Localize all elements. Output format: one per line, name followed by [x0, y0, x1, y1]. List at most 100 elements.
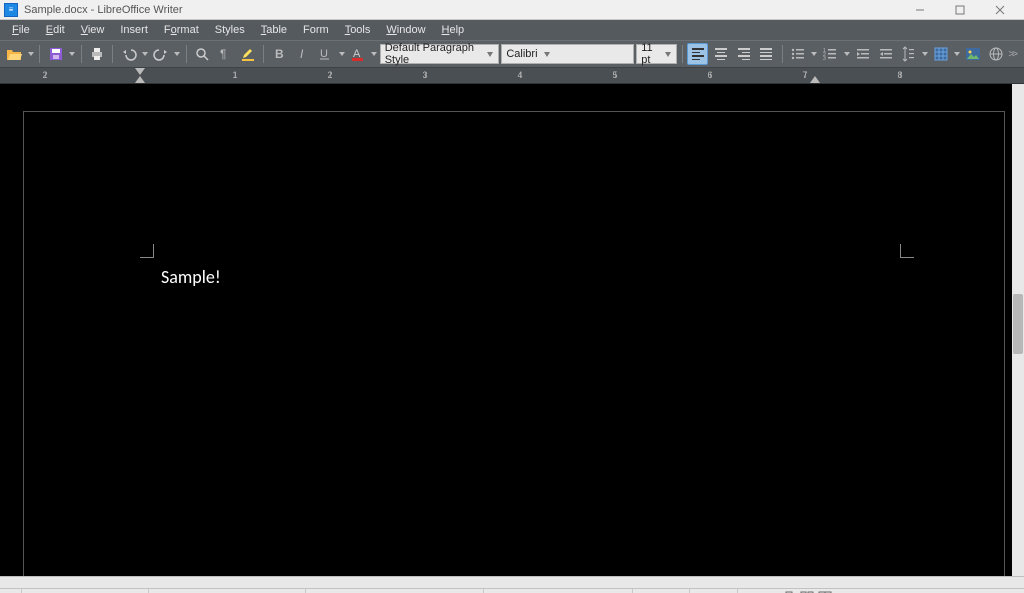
- statusbar: Page 1 of 1 1 word, 7 characters Default…: [0, 588, 1024, 593]
- menu-window[interactable]: Window: [378, 22, 433, 38]
- italic-button[interactable]: I: [292, 43, 313, 65]
- workspace: Sample!: [0, 84, 1024, 576]
- numbered-dropdown[interactable]: [843, 43, 851, 65]
- toolbar-separator: [112, 45, 113, 63]
- left-indent-marker[interactable]: [135, 76, 145, 83]
- underline-button[interactable]: U: [315, 43, 336, 65]
- page[interactable]: Sample!: [24, 112, 1004, 576]
- bullet-dropdown[interactable]: [811, 43, 819, 65]
- chevron-down-icon: [664, 52, 672, 57]
- scrollbar-thumb[interactable]: [1013, 294, 1023, 354]
- horizontal-ruler[interactable]: 212345678: [0, 68, 1024, 84]
- menu-form[interactable]: Form: [295, 22, 337, 38]
- open-dropdown[interactable]: [27, 43, 35, 65]
- align-left-button[interactable]: [687, 43, 708, 65]
- status-language[interactable]: English (USA): [484, 589, 634, 593]
- window-titlebar: ≡ Sample.docx - LibreOffice Writer: [0, 0, 1024, 20]
- status-wordcount[interactable]: 1 word, 7 characters: [149, 589, 306, 593]
- first-line-indent-marker[interactable]: [135, 68, 145, 75]
- font-color-button[interactable]: A: [347, 43, 368, 65]
- numbered-list-button[interactable]: 123: [820, 43, 841, 65]
- increase-indent-button[interactable]: [852, 43, 873, 65]
- document-view[interactable]: Sample!: [0, 84, 1012, 576]
- table-dropdown[interactable]: [953, 43, 961, 65]
- status-selection-mode[interactable]: [690, 589, 738, 593]
- font-name-value: Calibri: [506, 48, 537, 60]
- font-name-combo[interactable]: Calibri: [501, 44, 634, 64]
- line-spacing-button[interactable]: [898, 43, 919, 65]
- toolbar-separator: [263, 45, 264, 63]
- view-mode-buttons: [772, 589, 842, 593]
- save-button[interactable]: [45, 43, 66, 65]
- status-signature-icon[interactable]: [738, 589, 772, 593]
- redo-dropdown[interactable]: [174, 43, 182, 65]
- paragraph-style-combo[interactable]: Default Paragraph Style: [380, 44, 500, 64]
- document-body-text[interactable]: Sample!: [161, 266, 221, 288]
- menu-tools[interactable]: Tools: [337, 22, 379, 38]
- window-title: Sample.docx - LibreOffice Writer: [24, 4, 900, 16]
- menu-view[interactable]: View: [73, 22, 113, 38]
- font-color-dropdown[interactable]: [370, 43, 378, 65]
- status-page-style[interactable]: Default Page Style: [306, 589, 483, 593]
- horizontal-scrollbar[interactable]: [0, 576, 1024, 588]
- align-right-button[interactable]: [733, 43, 754, 65]
- line-spacing-dropdown[interactable]: [921, 43, 929, 65]
- ruler-label: 3: [422, 70, 427, 80]
- status-page[interactable]: Page 1 of 1: [22, 589, 149, 593]
- menu-file[interactable]: File: [4, 22, 38, 38]
- redo-button[interactable]: [151, 43, 172, 65]
- svg-text:B: B: [275, 47, 284, 61]
- toolbar-separator: [782, 45, 783, 63]
- insert-image-button[interactable]: [963, 43, 984, 65]
- bold-button[interactable]: B: [269, 43, 290, 65]
- save-status-icon[interactable]: [0, 589, 22, 593]
- font-size-combo[interactable]: 11 pt: [636, 44, 676, 64]
- right-indent-marker[interactable]: [810, 76, 820, 83]
- decrease-indent-button[interactable]: [875, 43, 896, 65]
- open-button[interactable]: [4, 43, 25, 65]
- toolbar-separator: [682, 45, 683, 63]
- underline-dropdown[interactable]: [338, 43, 346, 65]
- toolbar-separator: [39, 45, 40, 63]
- margin-corner-icon: [900, 244, 914, 258]
- zoom-slider[interactable]: − +: [842, 589, 984, 593]
- app-icon: ≡: [4, 3, 18, 17]
- window-close-button[interactable]: [980, 1, 1020, 19]
- window-maximize-button[interactable]: [940, 1, 980, 19]
- svg-text:3: 3: [823, 56, 826, 62]
- find-button[interactable]: [192, 43, 213, 65]
- ruler-label: 2: [42, 70, 47, 80]
- svg-text:I: I: [300, 47, 304, 61]
- undo-dropdown[interactable]: [141, 43, 149, 65]
- toolbar-separator: [186, 45, 187, 63]
- svg-text:¶: ¶: [220, 47, 226, 61]
- ruler-label: 6: [707, 70, 712, 80]
- save-dropdown[interactable]: [68, 43, 76, 65]
- menu-format[interactable]: Format: [156, 22, 207, 38]
- align-justify-button[interactable]: [756, 43, 777, 65]
- ruler-label: 7: [802, 70, 807, 80]
- insert-table-button[interactable]: [930, 43, 951, 65]
- menu-help[interactable]: Help: [434, 22, 473, 38]
- menu-table[interactable]: Table: [253, 22, 295, 38]
- zoom-value[interactable]: 170%: [984, 589, 1024, 593]
- vertical-scrollbar[interactable]: [1012, 84, 1024, 576]
- chevron-down-icon: [542, 52, 552, 57]
- ruler-label: 5: [612, 70, 617, 80]
- window-minimize-button[interactable]: [900, 1, 940, 19]
- highlight-button[interactable]: [238, 43, 259, 65]
- bullet-list-button[interactable]: [788, 43, 809, 65]
- print-button[interactable]: [87, 43, 108, 65]
- ruler-label: 2: [327, 70, 332, 80]
- toolbar-overflow[interactable]: >>: [1008, 49, 1020, 60]
- formatting-marks-button[interactable]: ¶: [215, 43, 236, 65]
- chevron-down-icon: [486, 52, 494, 57]
- undo-button[interactable]: [118, 43, 139, 65]
- menubar: File Edit View Insert Format Styles Tabl…: [0, 20, 1024, 40]
- menu-styles[interactable]: Styles: [207, 22, 253, 38]
- menu-insert[interactable]: Insert: [112, 22, 156, 38]
- status-insert-mode[interactable]: [633, 589, 690, 593]
- align-center-button[interactable]: [710, 43, 731, 65]
- insert-hyperlink-button[interactable]: [986, 43, 1007, 65]
- menu-edit[interactable]: Edit: [38, 22, 73, 38]
